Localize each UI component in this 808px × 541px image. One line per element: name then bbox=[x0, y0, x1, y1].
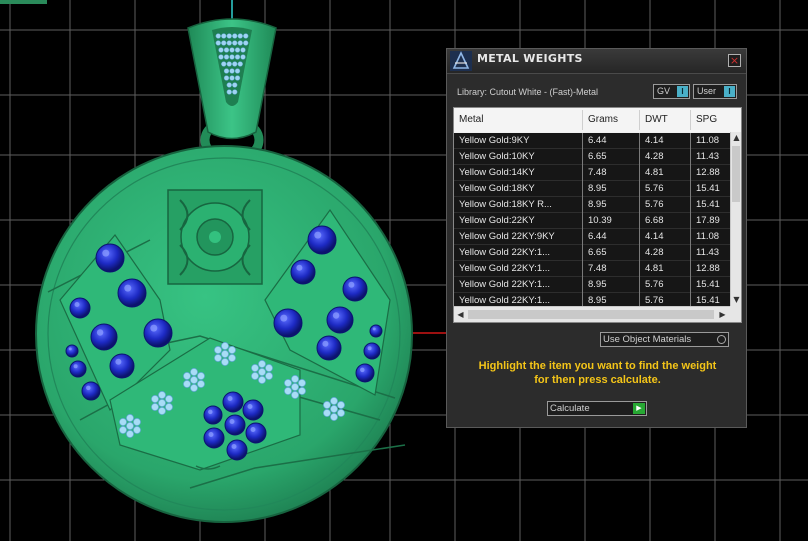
table-cell: 5.76 bbox=[645, 183, 664, 194]
column-header-metal[interactable]: Metal bbox=[459, 114, 483, 125]
calculate-button[interactable]: Calculate ▶ bbox=[547, 401, 647, 416]
table-cell: 4.81 bbox=[645, 167, 664, 178]
table-cell: 5.76 bbox=[645, 295, 664, 306]
table-cell: 6.68 bbox=[645, 215, 664, 226]
table-cell: 8.95 bbox=[588, 295, 607, 306]
table-cell: Yellow Gold 22KY:9KY bbox=[459, 231, 555, 242]
table-cell: 6.65 bbox=[588, 247, 607, 258]
table-cell: Yellow Gold:10KY bbox=[459, 151, 535, 162]
table-row[interactable]: Yellow Gold:10KY 6.65 4.28 11.43 bbox=[454, 149, 730, 165]
anvil-logo-icon bbox=[450, 51, 472, 71]
gv-toggle[interactable]: GV I bbox=[653, 84, 690, 99]
radio-icon[interactable] bbox=[717, 335, 726, 344]
panel-title-bar[interactable]: METAL WEIGHTS × bbox=[447, 49, 746, 74]
table-cell: 11.43 bbox=[696, 247, 720, 258]
table-cell: 8.95 bbox=[588, 279, 607, 290]
table-cell: 5.76 bbox=[645, 199, 664, 210]
table-row[interactable]: Yellow Gold 22KY:9KY 6.44 4.14 11.08 bbox=[454, 229, 730, 245]
table-cell: 11.08 bbox=[696, 231, 720, 242]
close-icon: × bbox=[729, 54, 740, 67]
table-cell: 10.39 bbox=[588, 215, 612, 226]
table-row[interactable]: Yellow Gold:18KY 8.95 5.76 15.41 bbox=[454, 181, 730, 197]
play-icon: ▶ bbox=[633, 403, 645, 414]
toggle-knob-icon: I bbox=[724, 86, 735, 97]
table-cell: 12.88 bbox=[696, 167, 720, 178]
table-cell: 11.08 bbox=[696, 135, 720, 146]
table-header: Metal Grams DWT SPG bbox=[454, 108, 741, 132]
close-button[interactable]: × bbox=[728, 54, 741, 67]
table-row[interactable]: Yellow Gold 22KY:1... 8.95 5.76 15.41 bbox=[454, 277, 730, 293]
table-row[interactable]: Yellow Gold:18KY R... 8.95 5.76 15.41 bbox=[454, 197, 730, 213]
table-cell: 4.28 bbox=[645, 151, 664, 162]
table-cell: Yellow Gold 22KY:1... bbox=[459, 295, 551, 306]
table-cell: 8.95 bbox=[588, 199, 607, 210]
toggle-knob-icon: I bbox=[677, 86, 688, 97]
table-cell: 8.95 bbox=[588, 183, 607, 194]
table-cell: 4.28 bbox=[645, 247, 664, 258]
scroll-right-icon[interactable]: ▶ bbox=[717, 309, 728, 321]
instruction-text: Highlight the item you want to find the … bbox=[457, 360, 738, 387]
metal-table[interactable]: Metal Grams DWT SPG Yellow Gold:9KY 6.44 4… bbox=[453, 107, 742, 323]
table-cell: Yellow Gold:9KY bbox=[459, 135, 530, 146]
vertical-scrollbar[interactable]: ▲ ▼ bbox=[730, 132, 741, 306]
table-cell: 12.88 bbox=[696, 263, 720, 274]
floral-ornament bbox=[167, 189, 263, 285]
table-cell: 6.44 bbox=[588, 135, 607, 146]
scroll-down-icon[interactable]: ▼ bbox=[731, 294, 741, 306]
table-cell: 17.89 bbox=[696, 215, 720, 226]
library-label: Library: Cutout White - (Fast)-Metal bbox=[457, 87, 599, 97]
table-cell: Yellow Gold:18KY R... bbox=[459, 199, 552, 210]
table-cell: 5.76 bbox=[645, 279, 664, 290]
scroll-up-icon[interactable]: ▲ bbox=[731, 132, 741, 144]
table-row[interactable]: Yellow Gold 22KY:1... 7.48 4.81 12.88 bbox=[454, 261, 730, 277]
table-cell: Yellow Gold:14KY bbox=[459, 167, 535, 178]
top-left-tab bbox=[0, 0, 47, 4]
table-cell: Yellow Gold 22KY:1... bbox=[459, 279, 551, 290]
table-cell: Yellow Gold:18KY bbox=[459, 183, 535, 194]
horizontal-scrollbar[interactable]: ◀ ▶ bbox=[454, 306, 730, 322]
column-header-spg[interactable]: SPG bbox=[696, 114, 717, 125]
column-header-dwt[interactable]: DWT bbox=[645, 114, 668, 125]
table-row[interactable]: Yellow Gold:22KY 10.39 6.68 17.89 bbox=[454, 213, 730, 229]
table-row[interactable]: Yellow Gold:14KY 7.48 4.81 12.88 bbox=[454, 165, 730, 181]
user-toggle[interactable]: User I bbox=[693, 84, 737, 99]
table-cell: 4.81 bbox=[645, 263, 664, 274]
table-cell: Yellow Gold 22KY:1... bbox=[459, 247, 551, 258]
table-row[interactable]: Yellow Gold:9KY 6.44 4.14 11.08 bbox=[454, 133, 730, 149]
table-cell: 15.41 bbox=[696, 279, 720, 290]
vertical-scroll-thumb[interactable] bbox=[732, 146, 740, 202]
instruction-line-2: for then press calculate. bbox=[534, 373, 661, 386]
table-cell: 15.41 bbox=[696, 199, 720, 210]
table-rows: Yellow Gold:9KY 6.44 4.14 11.08 Yellow Gold:… bbox=[454, 133, 730, 309]
table-row[interactable]: Yellow Gold 22KY:1... 6.65 4.28 11.43 bbox=[454, 245, 730, 261]
table-cell: 4.14 bbox=[645, 231, 664, 242]
table-cell: 7.48 bbox=[588, 263, 607, 274]
use-object-materials-option[interactable]: Use Object Materials bbox=[600, 332, 729, 347]
instruction-line-1: Highlight the item you want to find the … bbox=[478, 360, 717, 372]
scroll-left-icon[interactable]: ◀ bbox=[455, 309, 466, 321]
table-cell: 15.41 bbox=[696, 295, 720, 306]
metal-weights-panel: METAL WEIGHTS × Library: Cutout White - … bbox=[446, 48, 747, 428]
table-cell: 6.44 bbox=[588, 231, 607, 242]
table-cell: 6.65 bbox=[588, 151, 607, 162]
table-cell: 11.43 bbox=[696, 151, 720, 162]
table-cell: Yellow Gold:22KY bbox=[459, 215, 535, 226]
use-object-materials-label: Use Object Materials bbox=[603, 334, 692, 345]
table-cell: Yellow Gold 22KY:1... bbox=[459, 263, 551, 274]
user-toggle-label: User bbox=[697, 86, 717, 96]
panel-title: METAL WEIGHTS bbox=[477, 52, 583, 65]
table-cell: 7.48 bbox=[588, 167, 607, 178]
horizontal-scroll-thumb[interactable] bbox=[468, 310, 714, 319]
table-cell: 15.41 bbox=[696, 183, 720, 194]
table-cell: 4.14 bbox=[645, 135, 664, 146]
gv-toggle-label: GV bbox=[657, 86, 671, 96]
calculate-label: Calculate bbox=[550, 403, 590, 414]
column-header-grams[interactable]: Grams bbox=[588, 114, 618, 125]
